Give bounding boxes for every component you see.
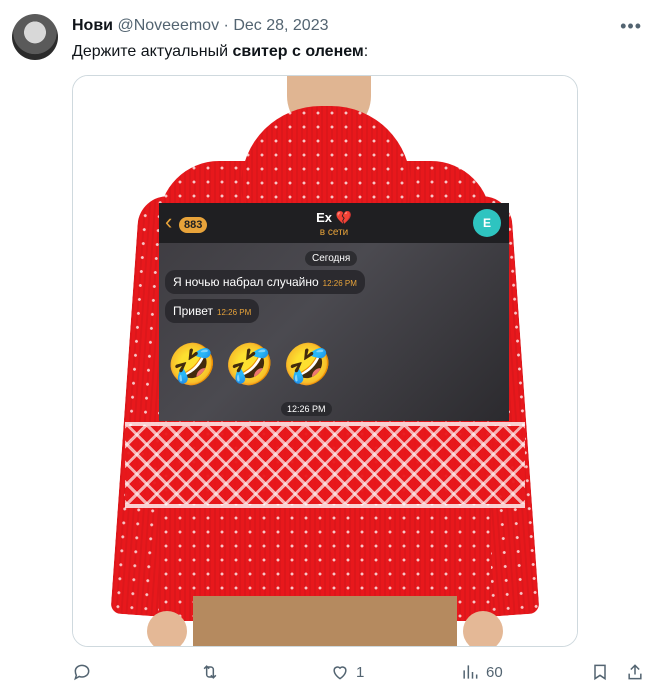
tweet-actions-bar: 1 60: [72, 658, 652, 686]
message-text: Привет: [173, 304, 214, 318]
bookmark-icon: [594, 664, 606, 681]
share-icon: [628, 664, 642, 680]
snowflake-band: [125, 426, 525, 504]
tweet-text-plain: Держите актуальный: [72, 43, 233, 60]
pattern-stripe-bottom: [125, 504, 525, 508]
laughing-emoji-message: 🤣🤣🤣: [167, 343, 341, 387]
chat-avatar: E: [473, 209, 501, 237]
tweet-date[interactable]: Dec 28, 2023: [233, 17, 328, 34]
more-options-icon[interactable]: •••: [620, 16, 642, 37]
tweet-text-bold: свитер с оленем: [232, 43, 364, 60]
chat-last-time: 12:26 PM: [281, 402, 332, 416]
like-button[interactable]: 1: [330, 658, 364, 686]
pants-illustration: [193, 596, 457, 646]
retweet-icon: [203, 665, 217, 679]
share-button[interactable]: [625, 658, 645, 686]
like-count: 1: [356, 663, 365, 681]
right-hand: [463, 611, 503, 646]
views-count: 60: [486, 663, 503, 681]
chat-contact-status: в сети: [319, 227, 349, 238]
chat-contact-name: Ex 💔: [316, 210, 352, 225]
chat-screenshot: ‹ 883 Ex 💔 в сети E Сегодня Я ночью набр…: [159, 203, 509, 421]
bookmark-button[interactable]: [590, 658, 610, 686]
tweet-text-end: :: [363, 43, 369, 60]
tweet-image[interactable]: ‹ 883 Ex 💔 в сети E Сегодня Я ночью набр…: [72, 75, 578, 647]
message-text: Я ночью набрал случайно: [173, 275, 319, 289]
message-time: 12:26 PM: [322, 279, 357, 288]
tweet-header: Нови @Noveeemov · Dec 28, 2023: [72, 16, 329, 36]
reply-icon: [74, 664, 90, 681]
message-bubble: Привет 12:26 PM: [165, 299, 260, 323]
views-button[interactable]: 60: [460, 658, 503, 686]
meta-separator: ·: [223, 17, 229, 34]
author-handle[interactable]: @Noveeemov: [117, 17, 219, 34]
message-bubble: Я ночью набрал случайно 12:26 PM: [165, 270, 365, 294]
tweet-text: Держите актуальный свитер с оленем:: [72, 42, 368, 62]
author-name[interactable]: Нови: [72, 17, 113, 34]
chat-date-label: Сегодня: [305, 251, 358, 266]
author-avatar[interactable]: [12, 14, 58, 60]
retweet-button[interactable]: [200, 658, 226, 686]
left-hand: [147, 611, 187, 646]
reply-button[interactable]: [72, 658, 98, 686]
heart-icon: [333, 666, 347, 680]
message-time: 12:26 PM: [217, 308, 252, 317]
views-chart-icon: [463, 665, 478, 679]
